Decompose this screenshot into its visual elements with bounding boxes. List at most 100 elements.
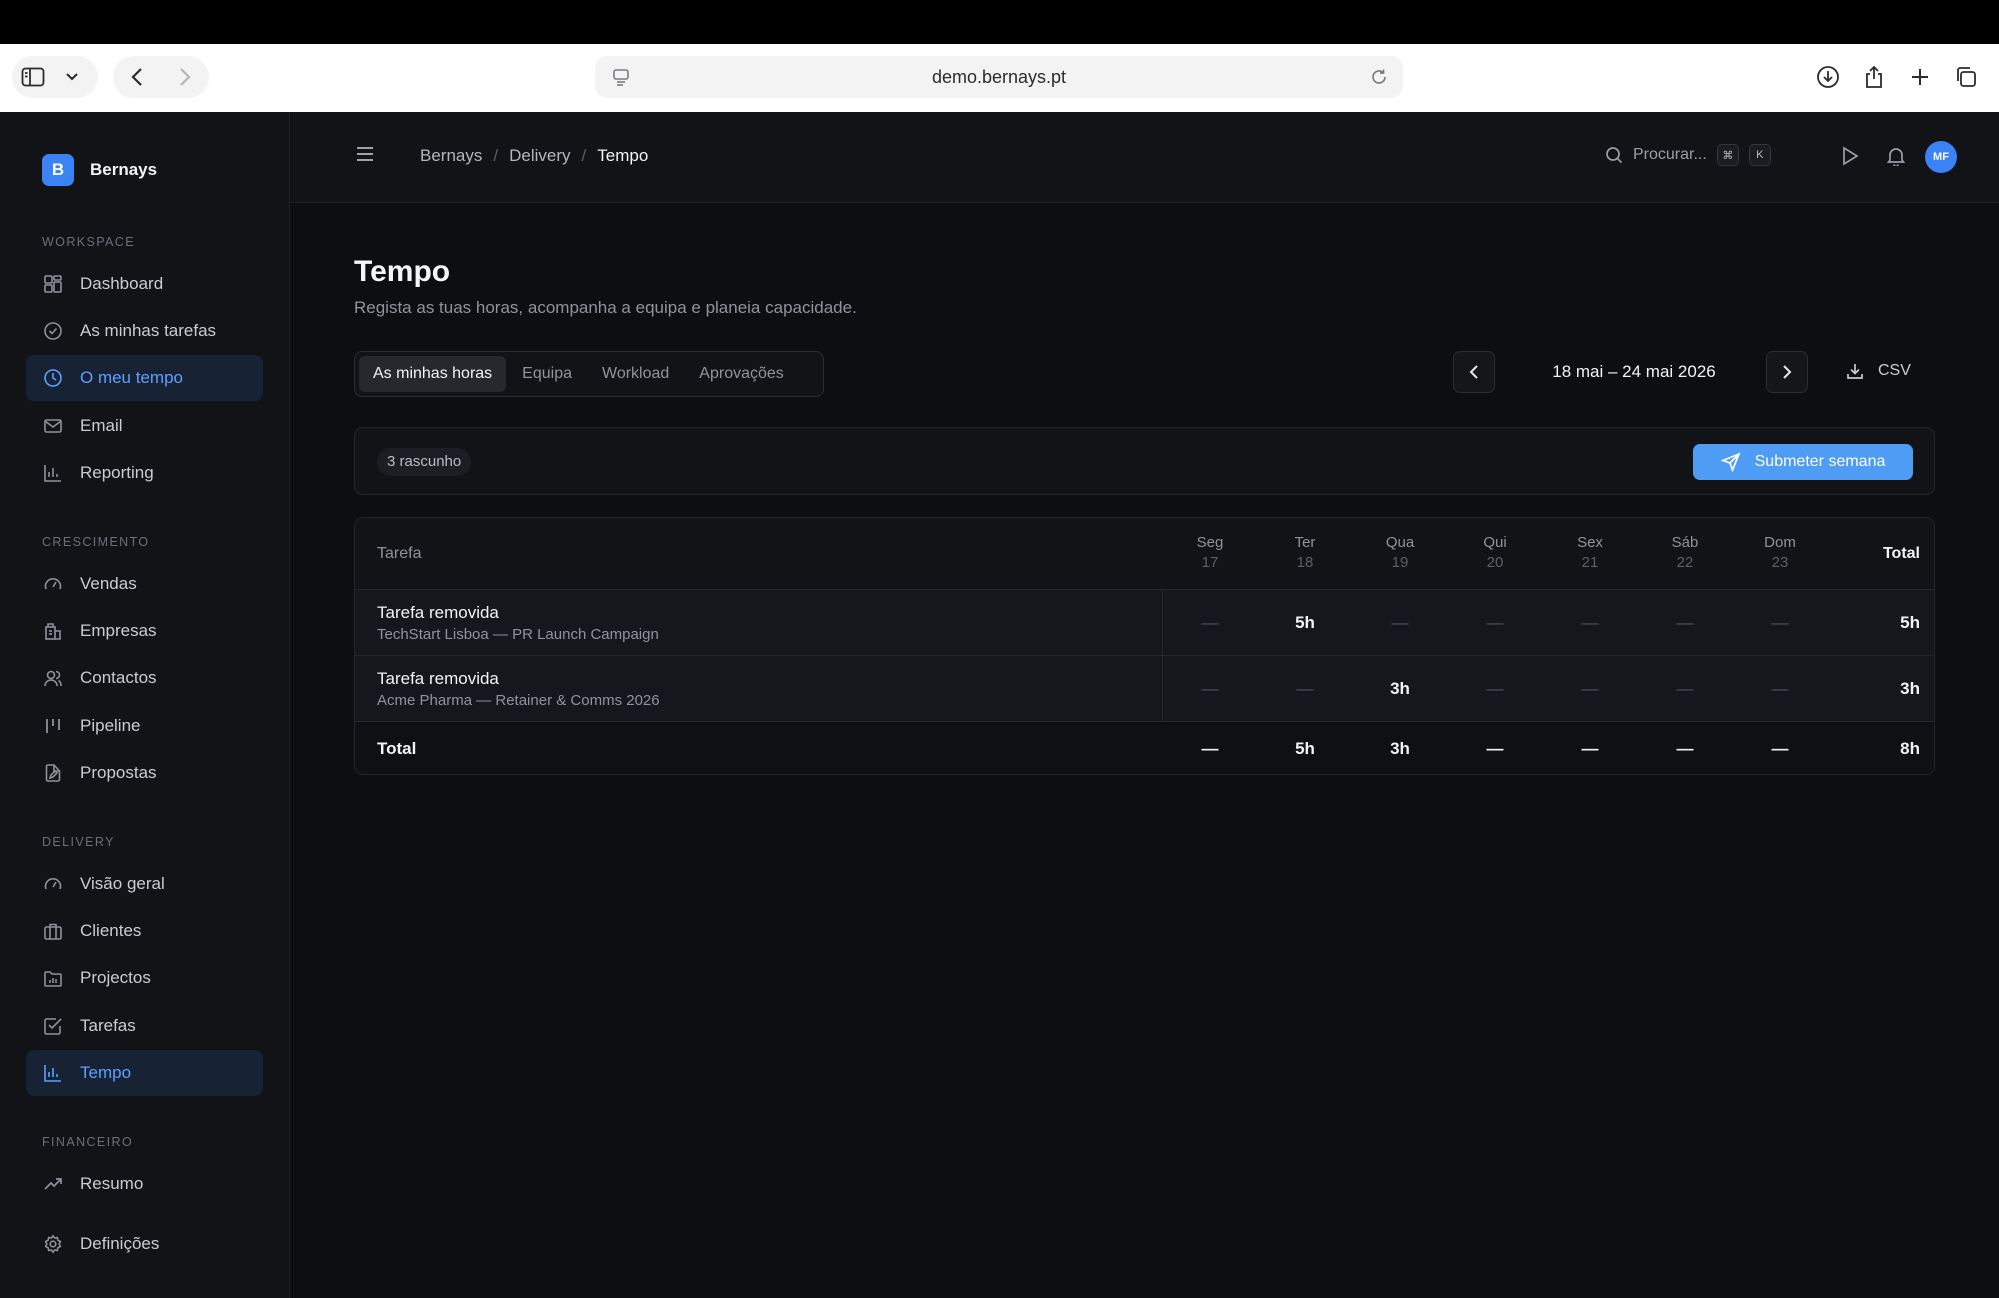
day-number: 22 (1676, 554, 1694, 571)
sidebar-item-proposals[interactable]: Propostas (26, 750, 263, 796)
export-csv-button[interactable]: CSV (1846, 362, 1911, 380)
breadcrumb-separator: / (581, 146, 587, 165)
column-header-day: Dom 23 (1740, 518, 1820, 571)
play-icon[interactable] (1841, 146, 1859, 166)
sidebar-item-label: Vendas (80, 574, 137, 593)
tab-my-hours[interactable]: As minhas horas (359, 356, 507, 392)
sidebar-item-companies[interactable]: Empresas (26, 608, 263, 654)
hours-cell[interactable]: — (1645, 656, 1725, 722)
sidebar-item-clients[interactable]: Clientes (26, 908, 263, 954)
prev-week-button[interactable] (1453, 351, 1495, 393)
trending-up-icon (44, 1178, 62, 1190)
sidebar-item-pipeline[interactable]: Pipeline (26, 703, 263, 749)
search-button[interactable]: Procurar... ⌘ K (1605, 144, 1771, 166)
forward-icon[interactable] (161, 56, 209, 98)
sidebar-item-tasks[interactable]: Tarefas (26, 1003, 263, 1049)
hours-cell[interactable]: — (1740, 656, 1820, 722)
sidebar-item-label: Projectos (80, 968, 151, 987)
hours-cell[interactable]: — (1550, 656, 1630, 722)
hours-cell[interactable]: — (1645, 590, 1725, 656)
building-icon (45, 623, 61, 640)
gear-icon (44, 1234, 62, 1254)
day-number: 17 (1201, 554, 1219, 571)
sidebar-item-label: Pipeline (80, 716, 141, 735)
avatar[interactable]: MF (1925, 141, 1957, 173)
sidebar-item-contacts[interactable]: Contactos (26, 655, 263, 701)
tab-workload[interactable]: Workload (588, 356, 683, 392)
sidebar-item-time[interactable]: Tempo (26, 1050, 263, 1096)
shortcut-key-k: K (1748, 144, 1771, 166)
day-total: — (1201, 739, 1219, 758)
sidebar-item-label: As minhas tarefas (80, 321, 217, 340)
send-icon (1720, 452, 1741, 472)
breadcrumb-separator: / (493, 146, 499, 165)
day-name: Qua (1385, 534, 1415, 551)
new-tab-icon[interactable] (1899, 56, 1941, 98)
hours-cell[interactable]: 3h (1360, 656, 1440, 722)
day-name: Ter (1294, 534, 1316, 551)
browser-actions (1807, 56, 1987, 98)
hours-cell[interactable]: — (1360, 590, 1440, 656)
hours-cell[interactable]: — (1170, 656, 1250, 722)
next-week-button[interactable] (1766, 351, 1808, 393)
sidebar-item-email[interactable]: Email (26, 403, 263, 449)
task-title: Tarefa removida (377, 669, 499, 688)
sidebar-item-label: Definições (80, 1234, 160, 1253)
share-icon[interactable] (1853, 56, 1895, 98)
week-range-label: 18 mai – 24 mai 2026 (1552, 362, 1716, 381)
sidebar-item-sales[interactable]: Vendas (26, 561, 263, 607)
column-header-day: Ter 18 (1265, 518, 1345, 571)
day-total: — (1581, 739, 1599, 758)
day-number: 20 (1486, 554, 1504, 571)
sidebar-item-my-tasks[interactable]: As minhas tarefas (26, 308, 263, 354)
tab-approvals[interactable]: Aprovações (685, 356, 798, 392)
tab-team[interactable]: Equipa (508, 356, 586, 392)
hours-cell[interactable]: — (1170, 590, 1250, 656)
address-bar[interactable]: demo.bernays.pt (595, 56, 1403, 98)
hours-cell[interactable]: — (1265, 656, 1345, 722)
task-client: TechStart Lisboa — PR Launch Campaign (377, 626, 659, 643)
breadcrumb-current: Tempo (597, 146, 649, 165)
section-title-workspace: WORKSPACE (42, 235, 135, 249)
row-total: 5h (1900, 613, 1920, 632)
sidebar-item-summary[interactable]: Resumo (26, 1161, 263, 1207)
day-total: — (1676, 739, 1694, 758)
sidebar-item-reporting[interactable]: Reporting (26, 450, 263, 496)
sidebar-item-projects[interactable]: Projectos (26, 955, 263, 1001)
hours-cell[interactable]: — (1740, 590, 1820, 656)
task-cell[interactable]: Tarefa removida TechStart Lisboa — PR La… (355, 590, 1163, 655)
total-label-cell: Total (355, 722, 1163, 774)
grand-total: 8h (1900, 739, 1920, 758)
hours-cell[interactable]: — (1455, 656, 1535, 722)
users-icon (44, 670, 62, 687)
task-title: Tarefa removida (377, 603, 499, 622)
menu-icon[interactable] (356, 146, 374, 162)
reload-icon[interactable] (1369, 67, 1389, 87)
tabs-overview-icon[interactable] (1945, 56, 1987, 98)
hours-cell[interactable]: — (1550, 590, 1630, 656)
sidebar-item-my-time[interactable]: O meu tempo (26, 355, 263, 401)
download-icon[interactable] (1807, 56, 1849, 98)
url-text: demo.bernays.pt (931, 67, 1067, 87)
task-cell[interactable]: Tarefa removida Acme Pharma — Retainer &… (355, 656, 1163, 721)
brand-logo: B (42, 154, 74, 186)
sidebar-item-settings[interactable]: Definições (26, 1221, 263, 1267)
brand[interactable]: B Bernays (42, 154, 157, 186)
chevron-down-icon[interactable] (54, 56, 90, 98)
breadcrumb-bernays[interactable]: Bernays (420, 146, 482, 166)
hours-cell[interactable]: 5h (1265, 590, 1345, 656)
hours-cell[interactable]: — (1455, 590, 1535, 656)
section-title-financial: FINANCEIRO (42, 1135, 134, 1149)
sidebar-toggle-icon[interactable] (12, 56, 54, 98)
browser-toolbar: demo.bernays.pt (0, 44, 1999, 112)
app: B Bernays WORKSPACE Dashboard As minhas … (0, 112, 1999, 1298)
submit-week-button[interactable]: Submeter semana (1693, 444, 1913, 480)
back-icon[interactable] (113, 56, 161, 98)
bell-icon[interactable] (1887, 146, 1905, 166)
sidebar-item-overview[interactable]: Visão geral (26, 861, 263, 907)
column-header-day: Qua 19 (1360, 518, 1440, 571)
day-name: Sex (1577, 534, 1603, 551)
day-number: 19 (1391, 554, 1409, 571)
sidebar-item-dashboard[interactable]: Dashboard (26, 261, 263, 307)
breadcrumb-delivery[interactable]: Delivery (509, 146, 570, 166)
